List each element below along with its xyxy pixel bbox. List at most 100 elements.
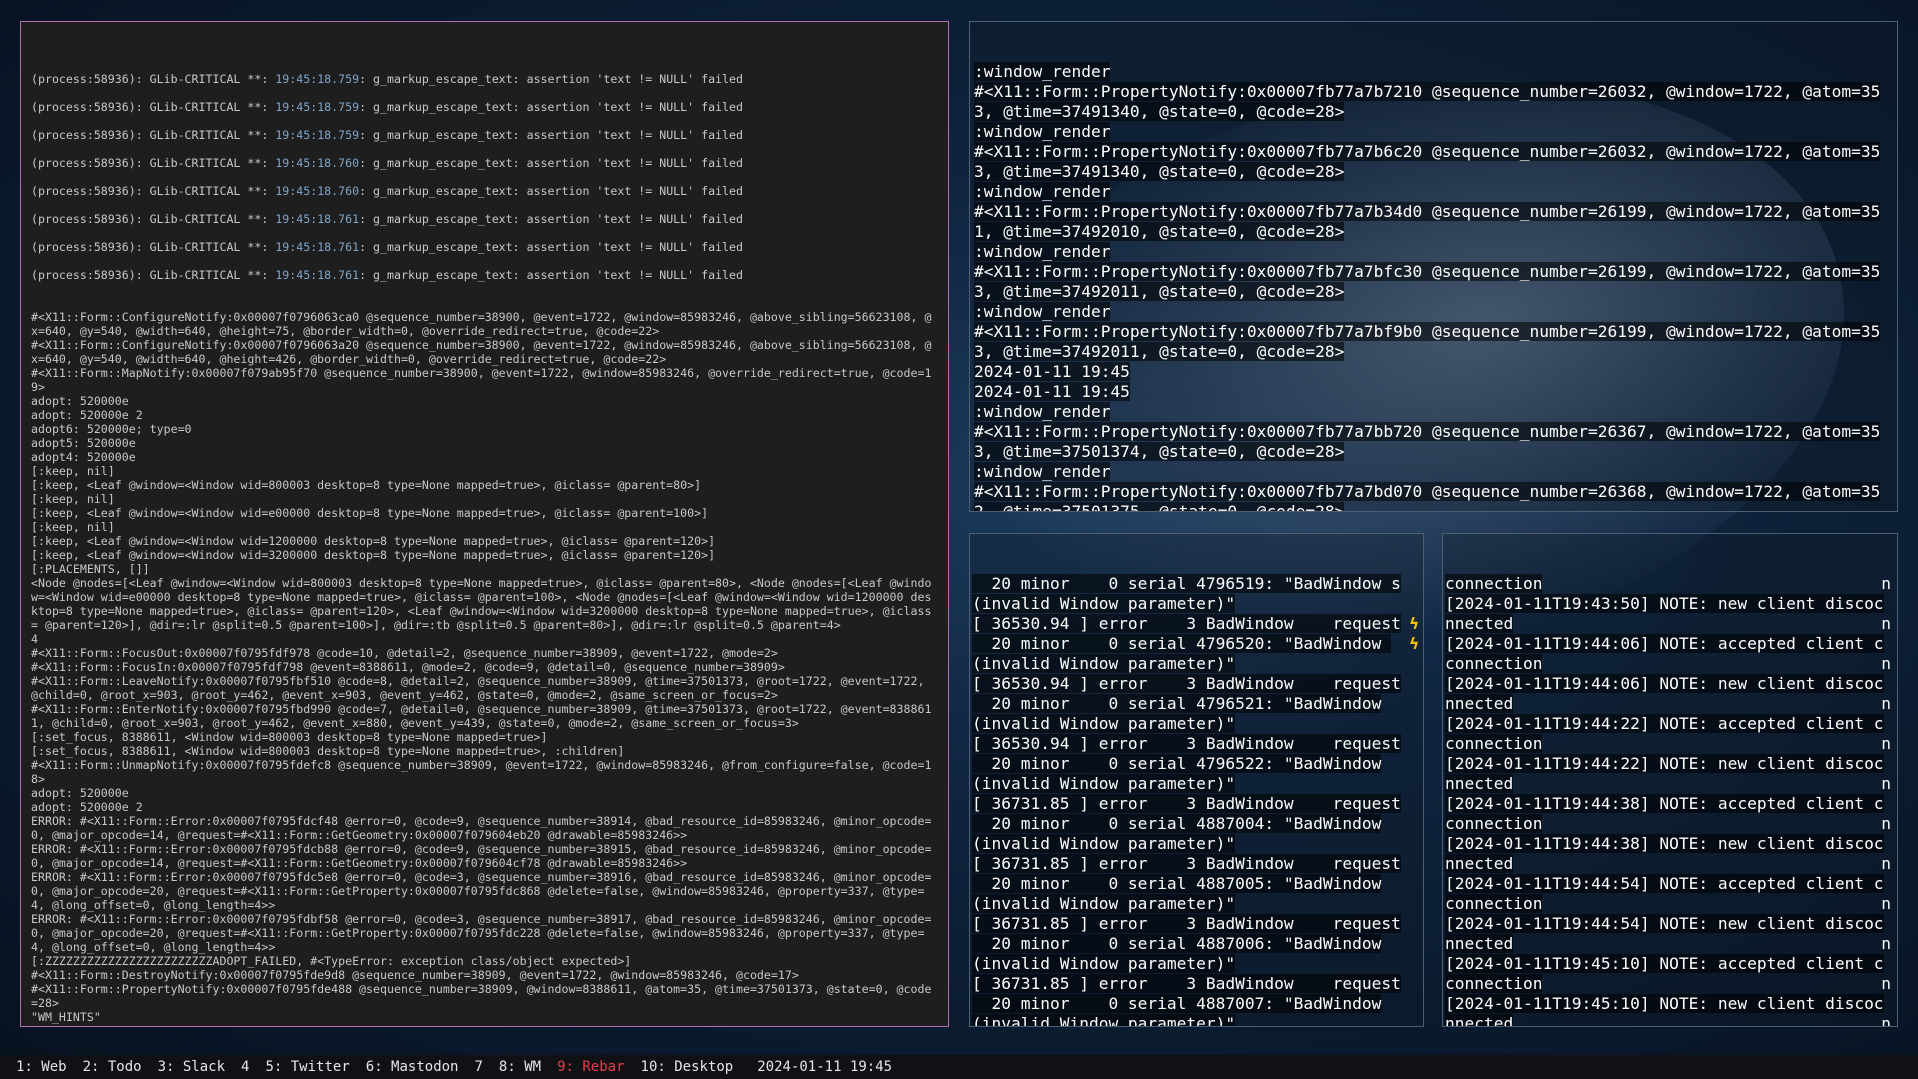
note-line: [2024-01-11T19:44:54] NOTE: accepted cli… [1445, 874, 1895, 894]
events-terminal[interactable]: :window_render #<X11::Form::PropertyNotif… [969, 21, 1898, 512]
glib-log-line: (process:58936): GLib-CRITICAL **: 19:45… [31, 156, 938, 170]
note-line: nnected n [1445, 934, 1895, 954]
event-line: 2024-01-11 19:45 [974, 362, 1893, 382]
xerror-line: [ 36530.94 ] error 3 BadWindow request [972, 734, 1421, 754]
log-line: adopt: 520000e [31, 394, 129, 408]
xerror-line: [ 36530.94 ] error 3 BadWindow request ϟ [972, 614, 1421, 634]
log-line: 4 [31, 632, 38, 646]
note-text: [2024-01-11T19:44:54] NOTE: accepted cli… [1445, 874, 1884, 893]
glib-timestamp: 19:45:18.761 [275, 240, 360, 254]
event-text: :window_render [974, 242, 1111, 261]
xerror-text: [ 36530.94 ] error 3 BadWindow request [972, 734, 1401, 753]
note-line: nnected n [1445, 694, 1895, 714]
note-line: connection n [1445, 574, 1895, 594]
glib-prefix: (process:58936): GLib-CRITICAL **: [31, 212, 276, 226]
note-wrap-char: n [1881, 694, 1891, 713]
xerror-text: 20 minor 0 serial 4796522: "BadWindow [972, 754, 1382, 773]
xerror-text: (invalid Window parameter)" [972, 774, 1236, 793]
log-line: ERROR: #<X11::Form::Error:0x00007f0795fd… [31, 814, 932, 842]
xerror-line: (invalid Window parameter)" [972, 954, 1421, 974]
note-text: [2024-01-11T19:44:22] NOTE: accepted cli… [1445, 714, 1884, 733]
note-line: [2024-01-11T19:44:22] NOTE: new client d… [1445, 754, 1895, 774]
log-line: #<X11::Form::MapNotify:0x00007f079ab95f7… [31, 366, 932, 394]
glib-log-line: (process:58936): GLib-CRITICAL **: 19:45… [31, 240, 938, 254]
note-wrap-char: n [1881, 854, 1891, 873]
workspace-item[interactable]: 8: WM [499, 1059, 541, 1075]
event-line: :window_render [974, 402, 1893, 422]
note-wrap-char: n [1881, 814, 1891, 833]
xerror-line: 20 minor 0 serial 4887007: "BadWindow [972, 994, 1421, 1014]
xerror-line: [ 36731.85 ] error 3 BadWindow request [972, 794, 1421, 814]
log-line: #<X11::Form::DestroyNotify:0x00007f0795f… [31, 968, 799, 982]
xerror-line: 20 minor 0 serial 4887004: "BadWindow [972, 814, 1421, 834]
event-text: :window_render [974, 122, 1111, 141]
xerror-text: 20 minor 0 serial 4887004: "BadWindow [972, 814, 1382, 833]
clock: 2024-01-11 19:45 [757, 1059, 893, 1075]
log-line: #<X11::Form::CreateNotify:0x00007f0795fb… [31, 1024, 938, 1026]
event-line: #<X11::Form::PropertyNotify:0x00007fb77a… [974, 482, 1893, 511]
events-log-block: :window_render #<X11::Form::PropertyNotif… [974, 62, 1893, 511]
note-text: [2024-01-11T19:45:10] NOTE: accepted cli… [1445, 954, 1884, 973]
log-line: [:keep, nil] [31, 520, 115, 534]
glib-timestamp: 19:45:18.759 [275, 100, 360, 114]
log-line: #<X11::Form::LeaveNotify:0x00007f0795fbf… [31, 674, 932, 702]
event-text: :window_render [974, 462, 1111, 481]
glib-log-line: (process:58936): GLib-CRITICAL **: 19:45… [31, 128, 938, 142]
xerror-text: 20 minor 0 serial 4887007: "BadWindow [972, 994, 1382, 1013]
note-wrap-char: n [1881, 894, 1891, 913]
workspace-item[interactable]: 4 [241, 1059, 249, 1075]
xerror-line: (invalid Window parameter)" [972, 1014, 1421, 1026]
taskbar: 1: Web 2: Todo 3: Slack 4 5: Twitter 6: Masto… [0, 1055, 1918, 1079]
note-line: connection n [1445, 814, 1895, 834]
note-wrap-char: n [1881, 774, 1891, 793]
workspace-list: 1: Web 2: Todo 3: Slack 4 5: Twitter 6: Masto… [16, 1059, 749, 1075]
note-line: [2024-01-11T19:45:10] NOTE: new client d… [1445, 994, 1895, 1014]
log-line: [:set_focus, 8388611, <Window wid=800003… [31, 744, 625, 758]
note-wrap-char: n [1881, 734, 1891, 753]
xerror-text: [ 36731.85 ] error 3 BadWindow request [972, 974, 1401, 993]
notes-terminal[interactable]: connection n [2024-01-11T19:43:50] NOTE: n… [1442, 533, 1898, 1027]
log-line: [:set_focus, 8388611, <Window wid=800003… [31, 730, 548, 744]
workspace-item[interactable]: 6: Mastodon [366, 1059, 459, 1075]
note-text: [2024-01-11T19:44:38] NOTE: new client d… [1445, 834, 1884, 853]
xerrors-terminal[interactable]: 20 minor 0 serial 4796519: "BadWindow s(… [969, 533, 1424, 1027]
event-line: :window_render [974, 462, 1893, 482]
note-text: [2024-01-11T19:43:50] NOTE: new client d… [1445, 594, 1884, 613]
workspace-item[interactable]: 9: Rebar [557, 1059, 624, 1075]
xerror-text: (invalid Window parameter)" [972, 594, 1236, 613]
log-line: [:keep, <Leaf @window=<Window wid=e00000… [31, 506, 709, 520]
workspace-item[interactable]: 3: Slack [158, 1059, 225, 1075]
glib-prefix: (process:58936): GLib-CRITICAL **: [31, 100, 276, 114]
xerror-line: (invalid Window parameter)" [972, 894, 1421, 914]
workspace-item[interactable]: 2: Todo [83, 1059, 142, 1075]
log-line: adopt: 520000e 2 [31, 408, 143, 422]
xerror-line: [ 36731.85 ] error 3 BadWindow request [972, 854, 1421, 874]
glib-message: : g_markup_escape_text: assertion 'text … [359, 156, 743, 170]
xerror-text: 20 minor 0 serial 4887005: "BadWindow [972, 874, 1382, 893]
note-wrap-char: n [1881, 1014, 1891, 1027]
glib-message: : g_markup_escape_text: assertion 'text … [359, 212, 743, 226]
note-line: connection n [1445, 734, 1895, 754]
note-text: nnected [1445, 854, 1514, 873]
note-line: [2024-01-11T19:44:06] NOTE: new client d… [1445, 674, 1895, 694]
xerror-text: (invalid Window parameter)" [972, 654, 1236, 673]
log-line: #<X11::Form::FocusOut:0x00007f0795fdf978… [31, 646, 778, 660]
workspace-item[interactable]: 10: Desktop [641, 1059, 734, 1075]
workspace-item[interactable]: 7 [474, 1059, 482, 1075]
warning-marker-icon: ϟ [1409, 634, 1419, 653]
workspace-item[interactable]: 1: Web [16, 1059, 67, 1075]
event-text: :window_render [974, 62, 1111, 81]
event-line: 2024-01-11 19:45 [974, 382, 1893, 402]
main-terminal[interactable]: (process:58936): GLib-CRITICAL **: 19:45… [20, 21, 949, 1027]
glib-timestamp: 19:45:18.760 [275, 156, 360, 170]
workspace-item[interactable]: 5: Twitter [265, 1059, 349, 1075]
xerror-line: 20 minor 0 serial 4796519: "BadWindow s [972, 574, 1421, 594]
event-text: :window_render [974, 302, 1111, 321]
event-text: #<X11::Form::PropertyNotify:0x00007fb77a… [974, 482, 1881, 511]
note-text: [2024-01-11T19:44:54] NOTE: new client d… [1445, 914, 1884, 933]
note-text: [2024-01-11T19:44:22] NOTE: new client d… [1445, 754, 1884, 773]
log-line: #<X11::Form::PropertyNotify:0x00007f0795… [31, 982, 932, 1010]
note-text: [2024-01-11T19:45:10] NOTE: new client d… [1445, 994, 1884, 1013]
xerror-line: (invalid Window parameter)" [972, 594, 1421, 614]
log-line: adopt5: 520000e [31, 436, 136, 450]
